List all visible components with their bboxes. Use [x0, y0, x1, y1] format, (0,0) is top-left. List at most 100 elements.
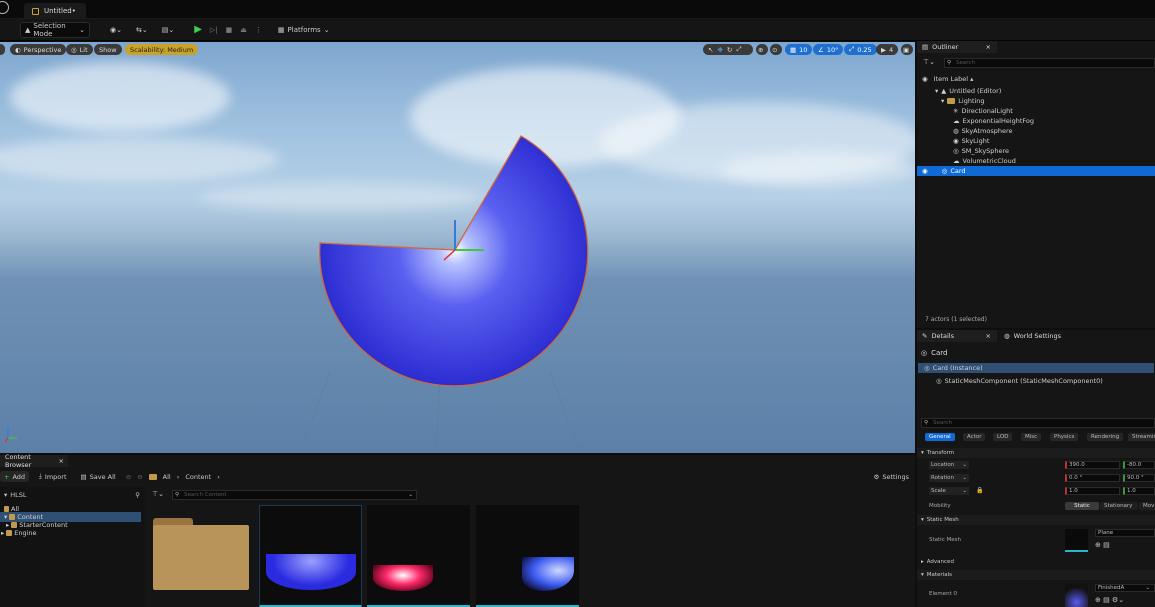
static-mesh-thumbnail[interactable] — [1065, 529, 1088, 552]
component-row[interactable]: ◎ StaticMeshComponent (StaticMeshCompone… — [917, 376, 1155, 386]
details-tab[interactable]: ✎ Details × — [917, 330, 997, 342]
material-actions-icon[interactable]: ⊕ ▤ ⚙⌄ — [1095, 596, 1124, 604]
scale-tool-icon[interactable]: ⤢ — [736, 45, 741, 54]
blueprint-button[interactable]: ⇆⌄ — [132, 22, 152, 38]
outliner-item[interactable]: ☁ VolumetricCloud — [917, 156, 1155, 166]
add-actor-button[interactable]: ◉⌄ — [106, 22, 126, 38]
world-local-toggle[interactable]: ⊕ — [756, 44, 768, 55]
rotation-y-field[interactable]: 90.0 ° — [1123, 474, 1155, 482]
history-back-icon[interactable]: ⊖ — [126, 473, 131, 481]
outliner-item[interactable]: ☁ ExponentialHeightFog — [917, 116, 1155, 126]
category-general[interactable]: General — [925, 433, 955, 441]
close-icon[interactable]: × — [986, 43, 997, 51]
history-forward-icon[interactable]: ⊖ — [137, 473, 142, 481]
perspective-button[interactable]: ◐ Perspective — [10, 44, 67, 55]
stop-button[interactable]: ■ — [222, 22, 237, 38]
outliner-search-input[interactable]: ⚲ Search — [944, 58, 1155, 68]
static-mesh-section-header[interactable]: ▾ Static Mesh — [917, 515, 1155, 525]
category-rendering[interactable]: Rendering — [1087, 433, 1124, 441]
add-button[interactable]: + Add — [0, 471, 30, 482]
outliner-item-selected[interactable]: ◉ ◎ Card — [917, 166, 1155, 176]
breadcrumb-content[interactable]: Content — [185, 473, 211, 481]
unreal-logo-icon[interactable] — [0, 1, 9, 14]
content-browser-tab[interactable]: Content Browser × — [0, 453, 68, 469]
platforms-dropdown[interactable]: ▦ Platforms ⌄ — [274, 22, 334, 38]
advanced-section-header[interactable]: ▸ Advanced — [917, 557, 1155, 567]
visibility-eye-icon[interactable]: ◉ — [922, 167, 928, 175]
material-asset-thumbnail[interactable] — [259, 505, 362, 607]
filter-button[interactable]: ⊤⌄ — [152, 490, 164, 498]
save-icon[interactable] — [0, 22, 6, 38]
viewport-menu-button[interactable] — [0, 44, 5, 55]
save-all-button[interactable]: ▤ Save All — [77, 471, 120, 482]
play-options-icon[interactable]: ⋮ — [251, 22, 266, 38]
close-icon[interactable]: × — [59, 457, 68, 465]
level-tab[interactable]: Untitled• — [24, 3, 86, 19]
breadcrumb-all[interactable]: All — [163, 473, 171, 481]
material-asset-thumbnail[interactable] — [476, 505, 579, 607]
view-mode-button[interactable]: ◎ Lit — [66, 44, 93, 55]
maximize-viewport-button[interactable]: ▣ — [901, 44, 913, 55]
rotate-tool-icon[interactable]: ↻ — [727, 46, 732, 54]
outliner-tab[interactable]: ▤ Outliner × — [917, 41, 997, 53]
scale-x-field[interactable]: 1.0 — [1065, 487, 1120, 495]
scale-dropdown[interactable]: Scale ⌄ — [929, 487, 969, 495]
content-search-input[interactable]: ⚲ Search Content ⌄ — [172, 490, 417, 500]
outliner-filter-button[interactable]: ⊤⌄ — [923, 58, 935, 66]
material-dropdown[interactable]: FinishedA ⌄ — [1095, 584, 1155, 592]
details-search-input[interactable]: ⚲ Search — [921, 418, 1155, 428]
card-mesh[interactable] — [0, 42, 915, 453]
static-mesh-dropdown[interactable]: Plane — [1095, 529, 1155, 537]
close-icon[interactable]: × — [986, 332, 997, 340]
materials-section-header[interactable]: ▾ Materials — [917, 570, 1155, 580]
material-thumbnail[interactable] — [1065, 584, 1088, 607]
world-settings-tab[interactable]: ◍ World Settings — [999, 330, 1061, 342]
scale-snap-toggle[interactable]: ⤢ 0.25 — [844, 44, 877, 55]
selection-mode-dropdown[interactable]: ▲ Selection Mode ⌄ — [20, 21, 90, 38]
play-button[interactable]: ▶ — [190, 22, 206, 38]
category-physics[interactable]: Physics — [1050, 433, 1079, 441]
cinematics-button[interactable]: ▤⌄ — [158, 22, 178, 38]
use-selected-icon[interactable]: ⊕ ▤ — [1095, 541, 1110, 549]
settings-button[interactable]: ⚙ Settings — [870, 471, 914, 482]
show-button[interactable]: Show — [94, 44, 122, 55]
rotation-snap-toggle[interactable]: ∠ 10° — [813, 44, 844, 55]
project-header[interactable]: ▾ HLSL ⚲ — [4, 491, 140, 499]
location-y-field[interactable]: -80.0 — [1123, 461, 1155, 469]
mobility-movable-button[interactable]: Mov — [1139, 502, 1155, 510]
category-misc[interactable]: Misc — [1021, 433, 1042, 441]
category-streaming[interactable]: Streamin — [1128, 433, 1155, 441]
advance-frame-button[interactable]: ▷| — [206, 22, 222, 38]
outliner-item[interactable]: ◉ SkyLight — [917, 136, 1155, 146]
outliner-item[interactable]: ◎ SM_SkySphere — [917, 146, 1155, 156]
eject-button[interactable]: ⏏ — [236, 22, 251, 38]
import-button[interactable]: ⤓ Import — [35, 471, 70, 482]
location-dropdown[interactable]: Location ⌄ — [929, 461, 969, 469]
location-x-field[interactable]: 390.0 — [1065, 461, 1120, 469]
mobility-stationary-button[interactable]: Stationary — [1100, 502, 1138, 510]
level-viewport[interactable]: ◐ Perspective ◎ Lit Show Scalability: Me… — [0, 42, 915, 453]
outliner-column-header[interactable]: ◉ Item Label ▴ — [917, 74, 1155, 84]
transform-tools[interactable]: ↖ ✥ ↻ ⤢ — [703, 44, 753, 55]
scale-y-field[interactable]: 1.0 — [1123, 487, 1155, 495]
outliner-item[interactable]: ▾ ▲ Untitled (Editor) — [917, 86, 1155, 96]
grid-snap-toggle[interactable]: ▦ 10 — [785, 44, 813, 55]
source-tree-item[interactable]: ▸ Engine — [0, 528, 145, 538]
component-instance-row[interactable]: ◎ Card (Instance) — [918, 363, 1154, 373]
rotation-dropdown[interactable]: Rotation ⌄ — [929, 474, 969, 482]
search-icon[interactable]: ⚲ — [135, 491, 140, 499]
outliner-item[interactable]: ✳ DirectionalLight — [917, 106, 1155, 116]
mobility-static-button[interactable]: Static — [1065, 502, 1099, 510]
material-asset-thumbnail[interactable] — [367, 505, 470, 607]
category-actor[interactable]: Actor — [963, 433, 986, 441]
category-lod[interactable]: LOD — [993, 433, 1013, 441]
outliner-item[interactable]: ◍ SkyAtmosphere — [917, 126, 1155, 136]
select-tool-icon[interactable]: ↖ — [708, 46, 713, 54]
translate-tool-icon[interactable]: ✥ — [717, 46, 722, 54]
surface-snap-toggle[interactable]: ⊙ — [770, 44, 782, 55]
outliner-item[interactable]: ▾ Lighting — [917, 96, 1155, 106]
camera-speed-button[interactable]: ▶ 4 — [876, 44, 899, 55]
rotation-x-field[interactable]: 0.0 ° — [1065, 474, 1120, 482]
lock-icon[interactable]: 🔒 — [976, 487, 983, 494]
transform-section-header[interactable]: ▾ Transform — [917, 448, 1155, 458]
